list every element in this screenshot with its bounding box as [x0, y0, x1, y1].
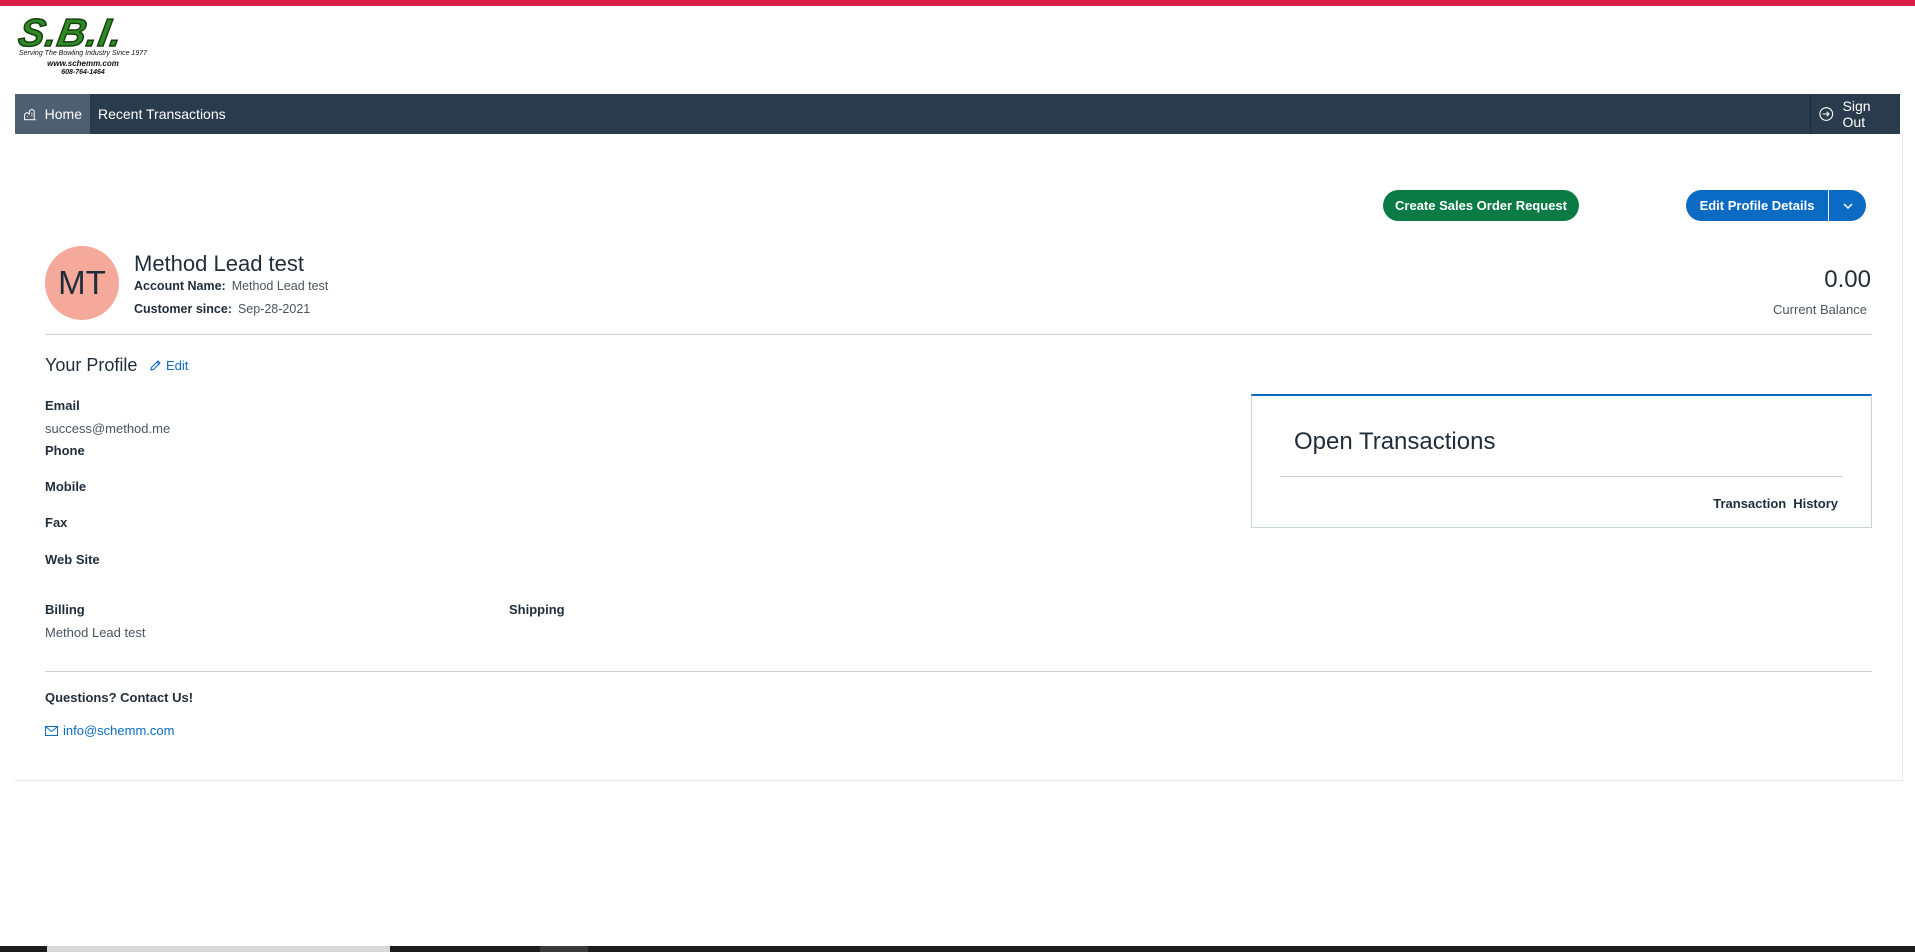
- email-label: Email: [45, 398, 80, 413]
- main-navbar: Home Recent Transactions Sign Out: [15, 94, 1900, 134]
- mobile-label: Mobile: [45, 479, 87, 494]
- contact-email-text: info@schemm.com: [63, 723, 175, 738]
- logo-website: www.schemm.com: [47, 59, 119, 68]
- top-accent-stripe: [0, 0, 1915, 6]
- shipping-label: Shipping: [509, 602, 565, 617]
- nav-recent-transactions[interactable]: Recent Transactions: [90, 94, 234, 134]
- customer-name: Method Lead test: [134, 251, 305, 276]
- email-value: success@method.me: [45, 421, 171, 436]
- open-transactions-card: Open Transactions Transaction History: [1251, 394, 1872, 528]
- avatar: MT: [45, 246, 119, 320]
- create-sales-order-button[interactable]: Create Sales Order Request: [1383, 190, 1579, 221]
- edit-profile-button-group: Edit Profile Details: [1686, 190, 1866, 221]
- edit-profile-link[interactable]: Edit: [149, 358, 188, 373]
- phone-label: Phone: [45, 443, 85, 458]
- customer-since-label: Customer since:: [134, 302, 232, 316]
- pencil-icon: [150, 360, 161, 371]
- customer-since-row: Customer since: Sep-28-2021: [134, 302, 310, 316]
- footer-divider: [45, 671, 1872, 672]
- account-name-row: Account Name: Method Lead test: [134, 279, 328, 293]
- chevron-down-icon: [1842, 202, 1853, 209]
- account-name-value: Method Lead test: [231, 279, 329, 293]
- edit-profile-dropdown-toggle[interactable]: [1829, 190, 1866, 221]
- bottom-bar-segment: [540, 946, 588, 952]
- sbi-logo[interactable]: S.B.I. Serving The Bowling Industry Sinc…: [15, 11, 150, 82]
- header-divider: [45, 334, 1872, 335]
- open-transactions-links: Transaction History: [1713, 496, 1838, 511]
- edit-profile-details-button[interactable]: Edit Profile Details: [1686, 190, 1828, 221]
- sign-out-label: Sign Out: [1842, 98, 1871, 130]
- contact-heading: Questions? Contact Us!: [45, 690, 194, 705]
- edit-profile-label: Edit: [166, 358, 189, 373]
- transaction-link[interactable]: Transaction: [1713, 496, 1786, 511]
- fax-label: Fax: [45, 515, 68, 530]
- home-dashboard-icon: [23, 108, 36, 120]
- sign-out-button[interactable]: Sign Out: [1810, 94, 1900, 134]
- nav-home-label: Home: [44, 106, 82, 122]
- logo-phone: 608-764-1464: [61, 69, 105, 76]
- billing-value: Method Lead test: [45, 625, 146, 640]
- current-balance-value: 0.00: [1824, 266, 1871, 293]
- open-transactions-divider: [1280, 476, 1843, 477]
- open-transactions-title: Open Transactions: [1294, 428, 1496, 455]
- sign-out-icon: [1819, 107, 1834, 121]
- account-name-label: Account Name:: [134, 279, 226, 293]
- current-balance-label: Current Balance: [1773, 302, 1867, 317]
- logo-mark: S.B.I.: [15, 11, 128, 56]
- logo-tagline: Serving The Bowling Industry Since 1977: [18, 50, 148, 57]
- billing-label: Billing: [45, 602, 85, 617]
- bottom-taskbar-strip: [0, 946, 1915, 952]
- contact-email-link[interactable]: info@schemm.com: [45, 723, 174, 738]
- history-link[interactable]: History: [1793, 496, 1838, 511]
- bottom-bar-segment: [47, 946, 390, 952]
- envelope-icon: [45, 725, 58, 736]
- customer-since-value: Sep-28-2021: [237, 302, 311, 316]
- nav-home[interactable]: Home: [15, 94, 90, 134]
- website-label: Web Site: [45, 552, 100, 567]
- your-profile-heading: Your Profile: [45, 355, 138, 375]
